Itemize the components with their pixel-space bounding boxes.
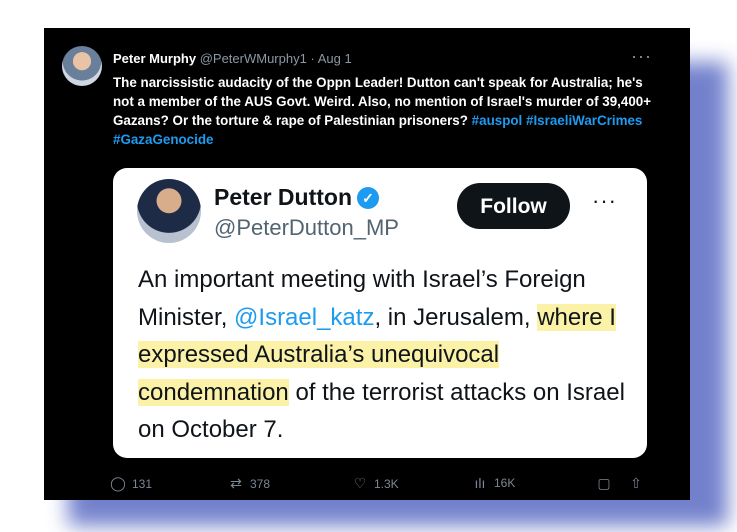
retweet-button[interactable]: ⇄ 378: [228, 475, 270, 492]
quoted-text-part2: , in Jerusalem,: [374, 303, 538, 331]
verified-badge-icon: ✓: [357, 187, 379, 209]
quoted-author-name[interactable]: Peter Dutton ✓: [214, 184, 379, 211]
bookmark-icon: ▢: [597, 475, 611, 491]
quoted-more-icon[interactable]: ···: [592, 188, 617, 214]
retweet-count: 378: [250, 476, 271, 491]
views-button[interactable]: ılı 16K: [472, 475, 516, 491]
follow-button[interactable]: Follow: [457, 183, 570, 229]
quoted-author-handle[interactable]: @PeterDutton_MP: [214, 215, 399, 241]
tweet-date[interactable]: Aug 1: [318, 51, 352, 66]
hashtag-israeliwarcrimes[interactable]: #IsraeliWarCrimes: [526, 113, 642, 128]
hashtag-auspol[interactable]: #auspol: [472, 113, 523, 128]
share-icon: ⇧: [630, 475, 642, 491]
reply-button[interactable]: ◯ 131: [110, 475, 152, 492]
hashtag-gazagenocide[interactable]: #GazaGenocide: [113, 132, 213, 147]
more-horizontal-icon[interactable]: ···: [631, 46, 652, 67]
like-count: 1.3K: [374, 476, 399, 491]
separator: ·: [310, 51, 315, 66]
author-handle[interactable]: @PeterWMurphy1: [200, 51, 307, 66]
quoted-name-text: Peter Dutton: [214, 184, 352, 210]
analytics-icon: ılı: [474, 475, 486, 491]
reply-count: 131: [132, 476, 153, 491]
tweet-header: Peter Murphy @PeterWMurphy1 · Aug 1: [113, 51, 352, 66]
tweet-text: The narcissistic audacity of the Oppn Le…: [113, 73, 658, 149]
bookmark-button[interactable]: ▢: [596, 475, 612, 492]
quoted-text: An important meeting with Israel’s Forei…: [138, 261, 638, 449]
like-button[interactable]: ♡ 1.3K: [352, 475, 399, 492]
mention-israel-katz[interactable]: @Israel_katz: [234, 304, 374, 331]
quoted-avatar[interactable]: [137, 179, 201, 243]
views-count: 16K: [494, 476, 516, 490]
retweet-icon: ⇄: [230, 475, 242, 491]
tweet-card: Peter Murphy @PeterWMurphy1 · Aug 1 ··· …: [44, 28, 690, 500]
quoted-tweet[interactable]: Peter Dutton ✓ @PeterDutton_MP Follow ···…: [113, 168, 647, 458]
author-name[interactable]: Peter Murphy: [113, 51, 196, 66]
reply-icon: ◯: [110, 475, 126, 491]
heart-icon: ♡: [353, 475, 367, 491]
avatar[interactable]: [62, 46, 102, 86]
action-bar: ◯ 131 ⇄ 378 ♡ 1.3K ılı 16K ▢ ⇧: [44, 472, 690, 496]
share-button[interactable]: ⇧: [628, 475, 644, 492]
